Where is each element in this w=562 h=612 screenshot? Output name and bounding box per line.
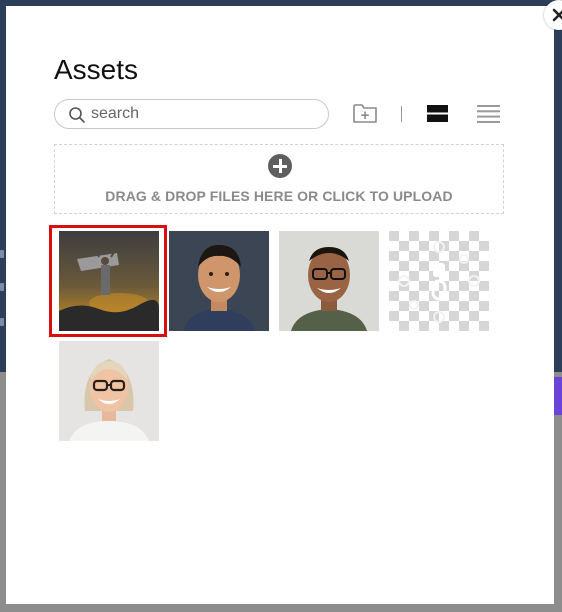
assets-modal: Assets DRAG & DROP FILES HERE OR CLICK T… <box>6 0 562 604</box>
large-rows-view-icon[interactable] <box>427 105 448 122</box>
search-box[interactable] <box>54 99 329 129</box>
asset-image-woman <box>59 341 159 441</box>
background-fragment <box>0 250 4 258</box>
asset-thumbnail[interactable] <box>59 341 159 441</box>
asset-thumbnail[interactable] <box>279 231 379 331</box>
asset-image-transparent-logo <box>389 231 489 331</box>
asset-image-man-glasses <box>279 231 379 331</box>
search-input[interactable] <box>91 103 316 125</box>
search-icon <box>69 107 85 123</box>
asset-image-jetpack <box>59 231 159 331</box>
upload-label: DRAG & DROP FILES HERE OR CLICK TO UPLOA… <box>105 188 453 204</box>
asset-thumbnail[interactable] <box>59 231 159 331</box>
background-fragment <box>0 283 4 291</box>
list-view-icon[interactable] <box>477 105 500 123</box>
background-purple-button <box>553 377 562 415</box>
page-title: Assets <box>54 54 139 85</box>
asset-image-man <box>169 231 269 331</box>
plus-circle-icon <box>268 154 292 178</box>
background-fragment <box>0 318 4 326</box>
close-icon <box>552 8 562 22</box>
upload-dropzone[interactable]: DRAG & DROP FILES HERE OR CLICK TO UPLOA… <box>54 144 504 214</box>
folder-plus-icon[interactable] <box>352 102 378 124</box>
asset-thumbnail[interactable] <box>389 231 489 331</box>
asset-thumbnail[interactable] <box>169 231 269 331</box>
close-button[interactable] <box>544 0 562 30</box>
toolbar-divider <box>401 106 402 122</box>
